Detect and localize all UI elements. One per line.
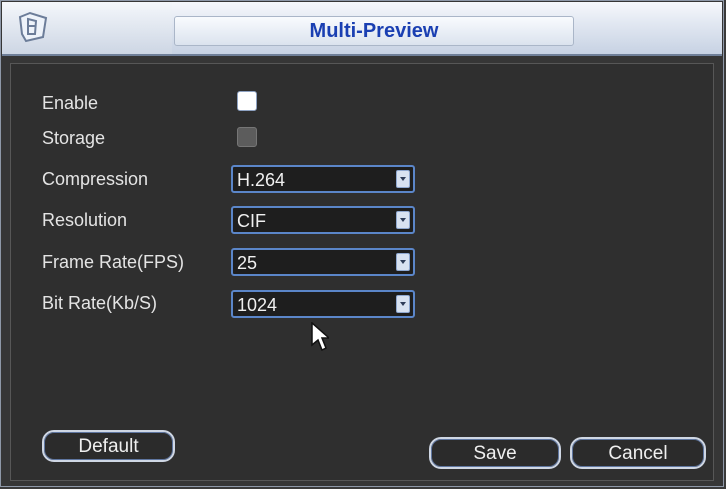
resolution-select[interactable]: CIF: [231, 206, 415, 234]
chevron-down-icon[interactable]: [396, 170, 410, 188]
window-title: Multi-Preview: [174, 16, 574, 46]
app-logo-icon: [18, 11, 48, 43]
settings-panel: Enable Storage Compression H.264 Resolut…: [10, 63, 714, 481]
frame-rate-label: Frame Rate(FPS): [42, 252, 185, 272]
chevron-down-icon[interactable]: [396, 211, 410, 229]
cancel-button[interactable]: Cancel: [570, 437, 706, 469]
save-button[interactable]: Save: [429, 437, 561, 469]
compression-label: Compression: [42, 169, 149, 189]
chevron-down-icon[interactable]: [396, 253, 410, 271]
bit-rate-select[interactable]: 1024: [231, 290, 415, 318]
compression-select[interactable]: H.264: [231, 165, 415, 193]
frame-rate-value: 25: [237, 253, 258, 273]
storage-checkbox[interactable]: [237, 127, 257, 147]
chevron-down-icon[interactable]: [396, 295, 410, 313]
bit-rate-label: Bit Rate(Kb/S): [42, 293, 158, 313]
default-button[interactable]: Default: [42, 430, 175, 462]
frame-rate-select[interactable]: 25: [231, 248, 415, 276]
enable-checkbox[interactable]: [237, 91, 257, 111]
enable-label: Enable: [42, 93, 99, 113]
storage-label: Storage: [42, 128, 106, 148]
cursor-arrow-icon: [311, 322, 329, 352]
title-bar: Multi-Preview: [2, 2, 722, 56]
bit-rate-value: 1024: [237, 295, 278, 315]
resolution-value: CIF: [237, 211, 266, 231]
compression-value: H.264: [237, 170, 286, 190]
resolution-label: Resolution: [42, 210, 128, 230]
multi-preview-window: Multi-Preview Enable Storage Compression…: [0, 0, 724, 487]
